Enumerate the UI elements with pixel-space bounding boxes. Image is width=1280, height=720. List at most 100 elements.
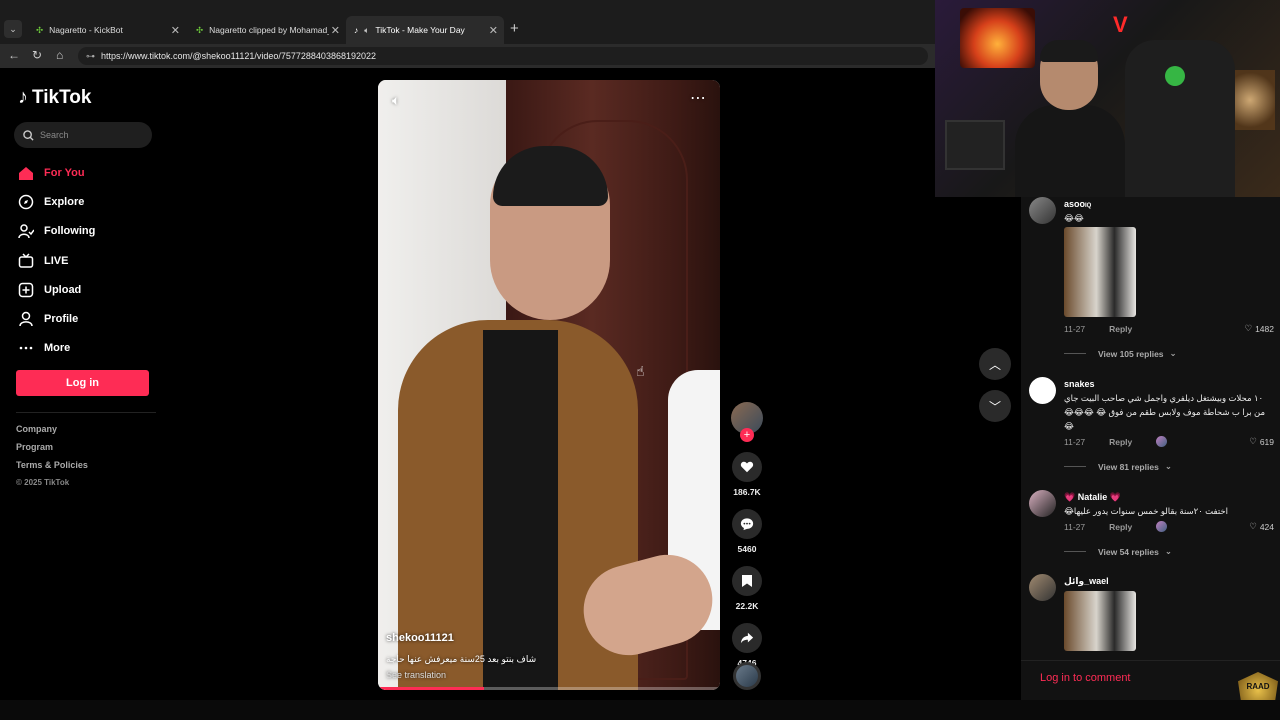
comment-like-button[interactable]: ♡ 1482 xyxy=(1244,323,1274,334)
avatar[interactable] xyxy=(1029,574,1056,601)
close-tab-icon[interactable]: ✕ xyxy=(489,24,498,37)
video-progress-bar[interactable] xyxy=(378,687,720,690)
view-replies-button[interactable]: View 54 replies ⌄ xyxy=(1064,546,1172,557)
action-rail: + 186.7K 5460 22.2K 4746 xyxy=(730,402,764,668)
close-tab-icon[interactable]: ✕ xyxy=(331,24,340,37)
site-info-icon[interactable]: ⊶ xyxy=(86,51,95,62)
creator-avatar[interactable]: + xyxy=(731,402,763,442)
comment-image[interactable] xyxy=(1064,227,1136,317)
heart-outline-icon: ♡ xyxy=(1244,323,1253,333)
tiktok-logo[interactable]: ♪ TikTok xyxy=(18,86,91,109)
sidebar-item-live[interactable]: LIVE xyxy=(18,246,95,275)
sidebar-item-profile[interactable]: Profile xyxy=(18,304,95,333)
tab-kickbot[interactable]: ✣ Nagaretto - KickBot ✕ xyxy=(28,16,186,44)
like-action[interactable]: 186.7K xyxy=(730,452,764,497)
clover-icon: ✣ xyxy=(196,24,204,35)
tab-tiktok[interactable]: ♪ 🔈︎ TikTok - Make Your Day ✕ xyxy=(346,16,504,44)
login-button[interactable]: Log in xyxy=(16,370,149,396)
reload-icon[interactable]: ↻ xyxy=(32,48,42,62)
save-action[interactable]: 22.2K xyxy=(730,566,764,611)
comment-like-button[interactable]: ♡ 619 xyxy=(1249,436,1274,447)
see-translation-link[interactable]: See translation xyxy=(386,670,536,680)
webcam-monitor xyxy=(945,120,1005,170)
creator-liked-avatar xyxy=(1156,521,1168,532)
music-disc-icon[interactable] xyxy=(733,662,761,690)
next-video-button[interactable]: ﹀ xyxy=(979,390,1011,422)
comment-text: اختفت ٢٠سنة بقالو خمس سنوات يدور عليها😂 xyxy=(1064,506,1229,516)
url-field[interactable]: ⊶ https://www.tiktok.com/@shekoo11121/vi… xyxy=(78,47,928,65)
new-tab-button[interactable]: + xyxy=(510,20,519,37)
address-bar: ← ↻ ⌂ ⊶ https://www.tiktok.com/@shekoo11… xyxy=(0,44,935,68)
avatar[interactable] xyxy=(1029,197,1056,224)
follow-plus-icon[interactable]: + xyxy=(740,428,754,442)
tab-list-button[interactable]: ⌄ xyxy=(4,20,22,38)
copyright: © 2025 TikTok xyxy=(16,478,70,487)
comment-item: وائل_wael xyxy=(1029,574,1274,654)
comment-like-button[interactable]: ♡ 424 xyxy=(1249,521,1274,532)
comment-author[interactable]: asooIQ xyxy=(1064,199,1091,209)
login-to-comment-link[interactable]: Log in to comment xyxy=(1040,672,1131,684)
heart-outline-icon: ♡ xyxy=(1249,436,1257,446)
heart-icon xyxy=(740,461,754,473)
chevron-down-icon: ﹀ xyxy=(988,399,1001,414)
comment-action[interactable]: 5460 xyxy=(730,509,764,554)
comment-image[interactable] xyxy=(1064,591,1136,651)
video-player[interactable]: 🔈︎ ⋯ shekoo11121 شاف بنتو بعد 25سنة ميعر… xyxy=(378,80,720,690)
chevron-up-icon: ︿ xyxy=(988,357,1001,372)
tiktok-icon: ♪ xyxy=(354,25,359,35)
chevron-down-icon: ⌄ xyxy=(1169,348,1177,358)
creator-liked-avatar xyxy=(1156,436,1168,447)
home-icon xyxy=(19,166,33,180)
comment-author[interactable]: وائل_wael xyxy=(1064,576,1109,587)
webcam-streamer xyxy=(1015,40,1125,197)
more-options-icon[interactable]: ⋯ xyxy=(690,88,706,108)
comment-item: asooIQ 😂😂 11-27 Reply ♡ 1482 View 105 rep… xyxy=(1029,197,1274,367)
footer-link-company[interactable]: Company xyxy=(16,424,88,442)
reply-button[interactable]: Reply xyxy=(1109,324,1132,334)
sidebar-item-more[interactable]: More xyxy=(18,334,95,363)
comment-meta: 11-27 Reply ♡ 424 xyxy=(1064,521,1274,532)
more-icon xyxy=(19,347,33,350)
video-username[interactable]: shekoo11121 xyxy=(386,632,536,644)
bookmark-icon xyxy=(742,575,752,587)
sidebar-item-upload[interactable]: Upload xyxy=(18,275,95,304)
sidebar-item-explore[interactable]: Explore xyxy=(18,187,95,216)
footer-link-program[interactable]: Program xyxy=(16,442,88,460)
comment-author[interactable]: 💗 Natalie 💗 xyxy=(1064,492,1121,503)
browser-tab-bar: ⌄ ✣ Nagaretto - KickBot ✕ ✣ Nagaretto cl… xyxy=(0,0,935,44)
view-replies-button[interactable]: View 105 replies ⌄ xyxy=(1064,348,1177,359)
speaker-icon[interactable]: 🔈︎ xyxy=(364,25,369,36)
live-icon xyxy=(18,253,34,268)
sidebar-item-for-you[interactable]: For You xyxy=(18,158,95,187)
webcam-overlay: V xyxy=(935,0,1280,197)
sidebar-nav: For You Explore Following LIVE Upload Pr… xyxy=(18,158,95,363)
view-replies-button[interactable]: View 81 replies ⌄ xyxy=(1064,461,1172,472)
previous-video-button[interactable]: ︿ xyxy=(979,348,1011,380)
profile-icon xyxy=(19,311,33,327)
avatar[interactable] xyxy=(1029,490,1056,517)
home-icon[interactable]: ⌂ xyxy=(56,48,63,62)
comment-count: 5460 xyxy=(737,544,757,554)
search-input[interactable]: Search xyxy=(14,122,152,148)
comment-item: 💗 Natalie 💗 اختفت ٢٠سنة بقالو خمس سنوات … xyxy=(1029,490,1274,560)
comment-text: ١٠ محلات وبيشتغل ديلفري واجمل شي صاحب ال… xyxy=(1064,393,1266,431)
volume-icon[interactable]: 🔈︎ xyxy=(392,92,400,109)
comment-meta: 11-27 Reply ♡ 619 xyxy=(1064,436,1274,447)
reply-button[interactable]: Reply xyxy=(1109,522,1132,532)
save-count: 22.2K xyxy=(735,601,759,611)
sidebar-divider xyxy=(16,412,156,413)
close-tab-icon[interactable]: ✕ xyxy=(171,24,180,37)
back-icon[interactable]: ← xyxy=(8,48,20,62)
comment-text: 😂😂 xyxy=(1064,213,1084,223)
reply-button[interactable]: Reply xyxy=(1109,437,1132,447)
sidebar-footer: Company Program Terms & Policies © 2025 … xyxy=(16,424,88,496)
compass-icon xyxy=(18,194,34,210)
footer-link-terms[interactable]: Terms & Policies xyxy=(16,460,88,478)
comment-author[interactable]: snakes xyxy=(1064,379,1095,389)
tab-nagaretto-clip[interactable]: ✣ Nagaretto clipped by Mohamad_S ✕ xyxy=(188,16,346,44)
comment-icon xyxy=(740,518,754,531)
sidebar-item-following[interactable]: Following xyxy=(18,217,95,246)
bottom-bar xyxy=(0,700,1280,720)
avatar[interactable] xyxy=(1029,377,1056,404)
comment-date: 11-27 xyxy=(1064,521,1086,532)
